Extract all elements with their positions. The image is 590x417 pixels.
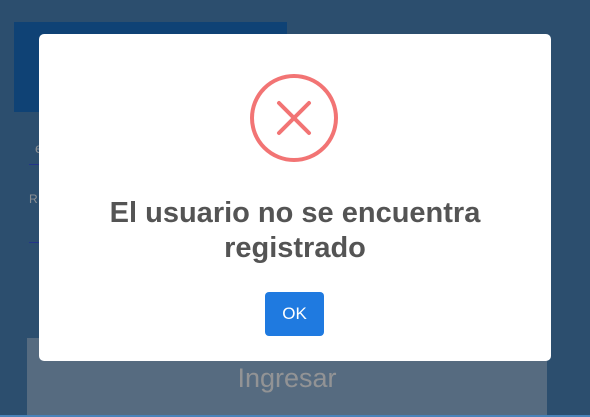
alert-title: El usuario no se encuentra registrado (109, 197, 481, 264)
alert-dialog: El usuario no se encuentra registrado OK (39, 34, 551, 361)
ok-button[interactable]: OK (265, 292, 324, 336)
error-x-circle-icon (250, 74, 338, 162)
